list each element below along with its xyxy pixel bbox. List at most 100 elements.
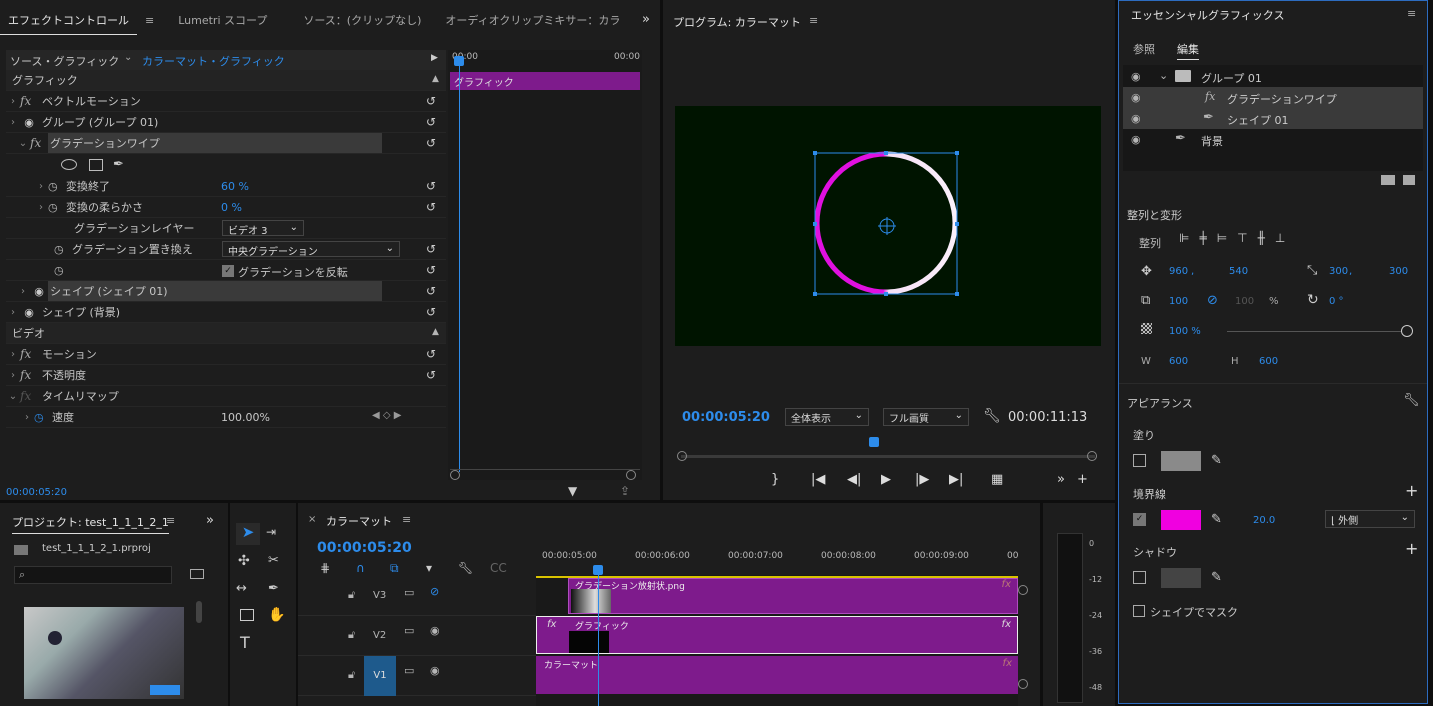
- stroke-color-swatch[interactable]: [1161, 510, 1201, 530]
- export-icon[interactable]: ⇪: [620, 484, 630, 498]
- opacity-slider-thumb[interactable]: [1401, 325, 1413, 337]
- wrench-icon[interactable]: 🔧︎: [983, 408, 1001, 424]
- filter-icon[interactable]: ▼: [568, 484, 577, 498]
- invert-checkbox[interactable]: ✓: [222, 265, 234, 277]
- fx-icon[interactable]: fx: [1002, 619, 1011, 630]
- row-transition-end[interactable]: › ◷ 変換終了 60 % ↺: [6, 176, 446, 197]
- tab-effect-controls[interactable]: エフェクトコントロール: [0, 12, 137, 35]
- tab-source[interactable]: ソース：(クリップなし): [295, 12, 429, 28]
- eyedropper-icon[interactable]: ✎: [1211, 570, 1222, 585]
- add-button-icon[interactable]: +: [1077, 472, 1088, 487]
- more-tabs-button[interactable]: »: [206, 513, 214, 528]
- gradient-layer-dropdown[interactable]: ビデオ 3 ⌄: [222, 220, 304, 237]
- tab-browse[interactable]: 参照: [1133, 41, 1155, 57]
- lock-icon[interactable]: 🔓︎: [348, 628, 355, 642]
- shadow-color-swatch[interactable]: [1161, 568, 1201, 588]
- go-to-in-icon[interactable]: |◀: [811, 472, 825, 487]
- row-time-remap[interactable]: ⌄ fx タイムリマップ: [6, 386, 446, 407]
- step-forward-icon[interactable]: |▶: [915, 472, 929, 487]
- reset-icon[interactable]: ↺: [426, 263, 436, 277]
- track-v1-label[interactable]: V1: [364, 656, 396, 696]
- scrub-bar[interactable]: [677, 448, 1097, 464]
- collapse-icon[interactable]: ▲: [432, 74, 439, 84]
- chevron-right-icon[interactable]: ›: [6, 370, 20, 381]
- stopwatch-icon[interactable]: ◷: [54, 264, 72, 277]
- timeline-timecode[interactable]: 00:00:05:20: [317, 540, 412, 556]
- layer-shape[interactable]: ◉ ✒ シェイプ 01: [1123, 108, 1423, 129]
- bin-icon[interactable]: [190, 569, 204, 579]
- fx-icon[interactable]: fx: [30, 136, 48, 150]
- reset-icon[interactable]: ↺: [426, 115, 436, 129]
- anchor-point-icon[interactable]: [878, 217, 896, 235]
- row-group[interactable]: › ◉ グループ (グループ 01) ↺: [6, 112, 446, 133]
- stopwatch-icon[interactable]: ◷: [34, 411, 52, 424]
- timeline-ruler[interactable]: 00:00:05:00 00:00:06:00 00:00:07:00 00:0…: [536, 545, 1018, 575]
- add-stroke-icon[interactable]: +: [1405, 481, 1418, 500]
- stroke-position-dropdown[interactable]: ⌊ 外側 ⌄: [1325, 510, 1415, 528]
- selection-tool-icon[interactable]: ➤: [236, 523, 260, 545]
- wrench-icon[interactable]: 🔧︎: [1403, 393, 1420, 408]
- chevron-right-icon[interactable]: ›: [6, 307, 20, 318]
- eye-icon[interactable]: ◉: [430, 624, 440, 637]
- reset-icon[interactable]: ↺: [426, 94, 436, 108]
- layer-gradient[interactable]: ◉ fx グラデーションワイプ: [1123, 87, 1423, 108]
- lock-icon[interactable]: 🔓︎: [348, 668, 355, 682]
- scale-value-2[interactable]: 100: [1235, 296, 1254, 307]
- wrench-icon[interactable]: 🔧︎: [458, 561, 473, 575]
- chevron-right-icon[interactable]: ›: [6, 349, 20, 360]
- fx-icon[interactable]: fx: [1002, 579, 1011, 590]
- clip-v1[interactable]: カラーマット fx: [536, 656, 1018, 694]
- pen-mask-icon[interactable]: ✒: [113, 157, 124, 172]
- opacity-value[interactable]: 100 %: [1169, 326, 1201, 337]
- mini-scrollbar[interactable]: [450, 469, 640, 481]
- eye-icon[interactable]: ◉: [1131, 112, 1141, 125]
- program-playhead[interactable]: [869, 437, 879, 447]
- new-layer-icon[interactable]: [1403, 175, 1415, 185]
- ripple-edit-tool-icon[interactable]: ✣: [238, 553, 250, 569]
- chevron-right-icon[interactable]: ›: [34, 181, 48, 192]
- row-speed[interactable]: › ◷ 速度 100.00% ◀ ◇ ▶: [6, 407, 446, 428]
- ring-shape[interactable]: [814, 151, 958, 295]
- program-timecode[interactable]: 00:00:05:20: [682, 410, 770, 425]
- fill-color-swatch[interactable]: [1161, 451, 1201, 471]
- fx-icon[interactable]: fx: [20, 94, 38, 108]
- hand-tool-icon[interactable]: ✋: [268, 607, 285, 623]
- reset-icon[interactable]: ↺: [426, 136, 436, 150]
- more-controls-icon[interactable]: »: [1057, 472, 1065, 487]
- selection-handles[interactable]: [813, 151, 959, 296]
- align-top-icon[interactable]: ⊤: [1237, 231, 1257, 245]
- sync-icon[interactable]: ▭: [404, 586, 414, 599]
- sync-icon[interactable]: ▭: [404, 664, 414, 677]
- captions-icon[interactable]: CC: [490, 561, 507, 575]
- nest-icon[interactable]: ⋕: [320, 561, 330, 575]
- pen-tool-icon[interactable]: ✒: [268, 581, 279, 596]
- project-thumbnail[interactable]: [24, 607, 184, 699]
- reset-icon[interactable]: ↺: [426, 284, 436, 298]
- eye-icon[interactable]: ◉: [1131, 91, 1141, 104]
- marker-icon[interactable]: ▾: [426, 561, 432, 575]
- reset-icon[interactable]: ↺: [426, 242, 436, 256]
- clip-v2[interactable]: fx グラフィック fx: [536, 616, 1018, 654]
- reset-icon[interactable]: ↺: [426, 179, 436, 193]
- gradient-replace-dropdown[interactable]: 中央グラデーション ⌄: [222, 241, 400, 258]
- align-center-h-icon[interactable]: ╪: [1199, 231, 1216, 245]
- row-opacity[interactable]: › fx 不透明度 ↺: [6, 365, 446, 386]
- row-motion[interactable]: › fx モーション ↺: [6, 344, 446, 365]
- shadow-checkbox[interactable]: [1133, 571, 1146, 584]
- eye-icon[interactable]: ◉: [20, 116, 38, 129]
- eye-icon[interactable]: ◉: [20, 306, 38, 319]
- chevron-right-icon[interactable]: ›: [16, 286, 30, 297]
- chevron-down-icon[interactable]: ⌄: [1159, 69, 1168, 82]
- fx-icon[interactable]: fx: [1003, 658, 1012, 669]
- layer-bg[interactable]: ◉ ✒ 背景: [1123, 129, 1423, 150]
- go-to-out-icon[interactable]: ▶|: [949, 472, 963, 487]
- mini-playhead[interactable]: [459, 56, 460, 472]
- chevron-right-icon[interactable]: ›: [34, 202, 48, 213]
- mini-playhead-handle[interactable]: [454, 56, 464, 66]
- source-dropdown-icon[interactable]: ⌄: [124, 52, 132, 63]
- eye-icon[interactable]: ◉: [430, 664, 440, 677]
- height-value[interactable]: 600: [1259, 356, 1278, 367]
- transition-end-value[interactable]: 60 %: [221, 180, 249, 193]
- clip-v3[interactable]: グラデーション放射状.png fx: [568, 578, 1018, 614]
- tab-lumetri-scopes[interactable]: Lumetri スコープ: [170, 12, 275, 28]
